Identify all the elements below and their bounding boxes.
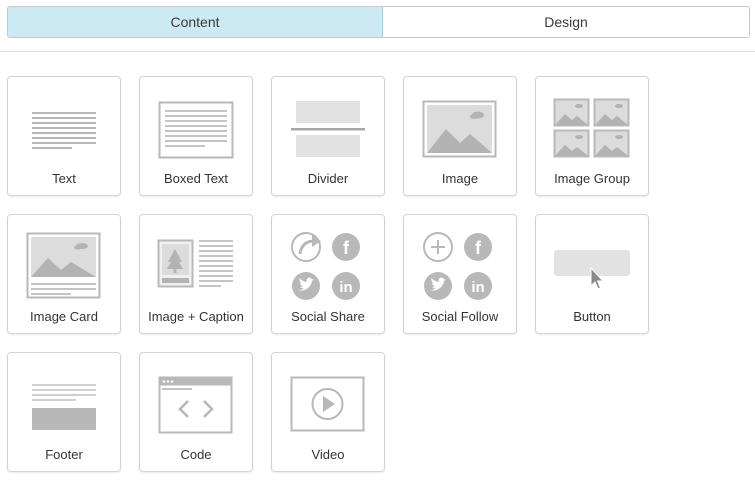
text-lines-icon xyxy=(8,87,120,169)
block-label: Image + Caption xyxy=(148,309,244,324)
image-group-icon xyxy=(536,87,648,169)
video-icon xyxy=(272,363,384,445)
block-label: Code xyxy=(180,447,212,462)
block-label: Button xyxy=(573,309,611,324)
block-label: Image xyxy=(441,171,479,186)
block-social-follow[interactable]: f in Social Follow xyxy=(403,214,517,334)
svg-text:in: in xyxy=(471,279,484,296)
code-icon xyxy=(140,363,252,445)
block-image-group[interactable]: Image Group xyxy=(535,76,649,196)
image-caption-icon xyxy=(140,225,252,307)
block-image-caption[interactable]: Image + Caption xyxy=(139,214,253,334)
block-label: Divider xyxy=(307,171,349,186)
block-label: Video xyxy=(311,447,345,462)
block-label: Text xyxy=(52,171,76,186)
block-label: Image Group xyxy=(554,171,630,186)
block-label: Boxed Text xyxy=(163,171,229,186)
block-label: Footer xyxy=(45,447,83,462)
footer-icon xyxy=(8,363,120,445)
block-boxed-text[interactable]: Boxed Text xyxy=(139,76,253,196)
block-text[interactable]: Text xyxy=(7,76,121,196)
block-button[interactable]: Button xyxy=(535,214,649,334)
block-label: Social Follow xyxy=(421,309,499,324)
block-image-card[interactable]: Image Card xyxy=(7,214,121,334)
block-image[interactable]: Image xyxy=(403,76,517,196)
image-card-icon xyxy=(8,225,120,307)
header-divider xyxy=(0,51,755,52)
svg-text:f: f xyxy=(343,238,350,258)
button-block-icon xyxy=(536,225,648,307)
block-label: Social Share xyxy=(291,309,365,324)
block-divider[interactable]: Divider xyxy=(271,76,385,196)
block-social-share[interactable]: f in Social Share xyxy=(271,214,385,334)
social-follow-icon: f in xyxy=(404,225,516,307)
block-video[interactable]: Video xyxy=(271,352,385,472)
block-code[interactable]: Code xyxy=(139,352,253,472)
social-share-icon: f in xyxy=(272,225,384,307)
svg-text:in: in xyxy=(339,279,352,296)
block-label: Image Card xyxy=(30,309,98,324)
block-footer[interactable]: Footer xyxy=(7,352,121,472)
boxed-text-icon xyxy=(140,87,252,169)
content-design-tabs: Content Design xyxy=(7,6,750,38)
image-icon xyxy=(404,87,516,169)
divider-icon xyxy=(272,87,384,169)
tab-design[interactable]: Design xyxy=(383,7,749,37)
svg-text:f: f xyxy=(475,238,482,258)
tab-content[interactable]: Content xyxy=(8,7,383,37)
